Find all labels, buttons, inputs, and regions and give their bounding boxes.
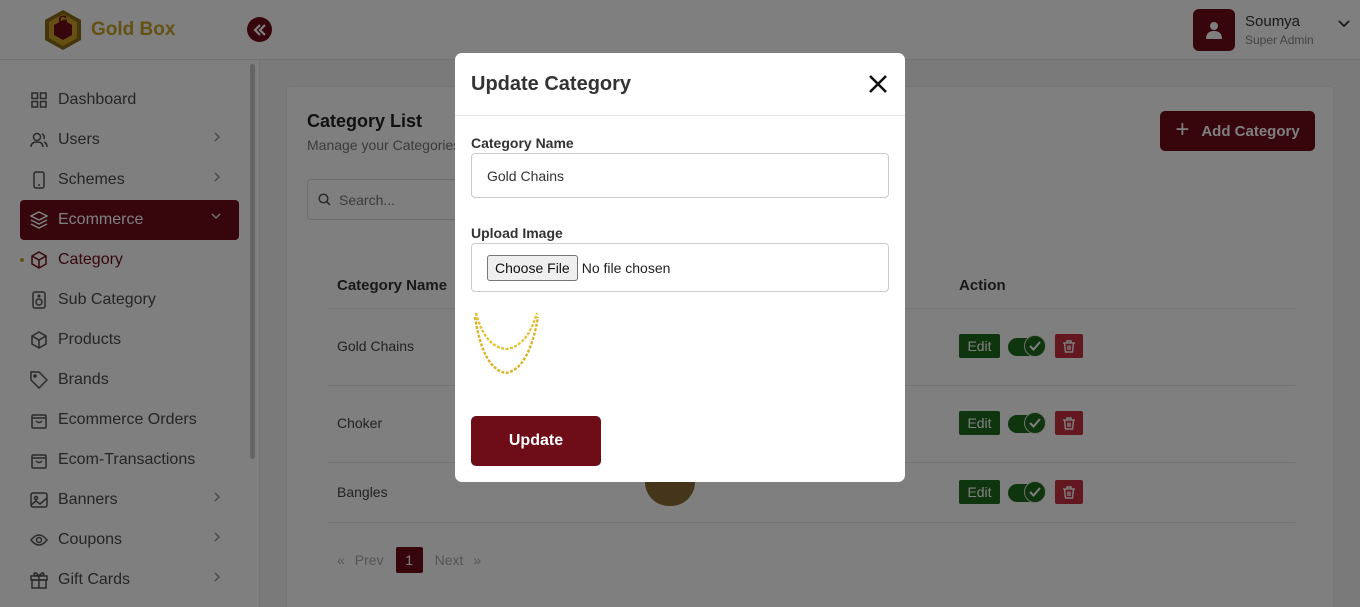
file-upload-field[interactable]: Choose File No file chosen <box>471 243 889 292</box>
modal-title: Update Category <box>471 73 632 95</box>
modal-header: Update Category <box>455 53 905 116</box>
category-name-label: Category Name <box>471 135 574 151</box>
choose-file-button[interactable]: Choose File <box>487 254 578 281</box>
category-name-input[interactable] <box>471 153 889 198</box>
file-status-text: No file chosen <box>581 259 671 276</box>
close-icon[interactable] <box>867 73 889 95</box>
gold-chain-preview-image <box>473 312 540 375</box>
update-button[interactable]: Update <box>471 416 601 466</box>
upload-image-label: Upload Image <box>471 225 563 241</box>
update-category-modal: Update Category Category Name Upload Ima… <box>455 53 905 482</box>
